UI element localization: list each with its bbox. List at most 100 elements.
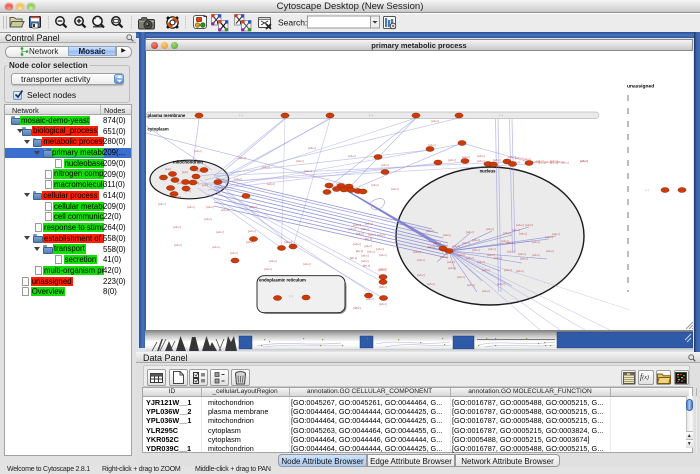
svg-text:[ab.c]: [ab.c] [532, 240, 540, 244]
svg-text:[ab.c]: [ab.c] [440, 255, 448, 259]
svg-text:[ab.c]: [ab.c] [304, 169, 312, 173]
svg-text:[ab.c]: [ab.c] [216, 230, 224, 234]
svg-text:[a.b]: [a.b] [182, 170, 188, 174]
svg-text:[ab.c]: [ab.c] [296, 159, 304, 163]
svg-text:[ab.c]: [ab.c] [194, 149, 202, 153]
svg-text:[ab.c]: [ab.c] [426, 229, 434, 233]
svg-text:[ab.c]: [ab.c] [427, 245, 435, 249]
svg-text:[ab.c]: [ab.c] [378, 268, 386, 272]
svg-text:[ab.c]: [ab.c] [493, 158, 501, 162]
svg-text:[ab.c]: [ab.c] [303, 262, 311, 266]
svg-text:[ab.c]: [ab.c] [516, 269, 524, 273]
svg-text:[ab.c]: [ab.c] [417, 273, 425, 277]
svg-text:[ab.c]: [ab.c] [417, 258, 425, 262]
svg-text:[ab.c]: [ab.c] [348, 227, 356, 231]
svg-text:[ab.c]: [ab.c] [267, 182, 275, 186]
svg-text:[ab.c]: [ab.c] [504, 268, 512, 272]
svg-text:[ab.c]: [ab.c] [379, 253, 387, 257]
svg-text:[ab.c]: [ab.c] [497, 282, 505, 286]
svg-text:[--]: [--] [239, 113, 243, 117]
svg-text:[ab.c]: [ab.c] [462, 241, 470, 245]
svg-text:[ab.c]: [ab.c] [381, 163, 389, 167]
svg-text:[ab.c]: [ab.c] [494, 256, 502, 260]
svg-text:[ab.c]: [ab.c] [447, 260, 455, 264]
svg-text:[ab.c]: [ab.c] [477, 260, 485, 264]
svg-text:[ab.c]: [ab.c] [457, 253, 465, 257]
svg-text:[ab.c]: [ab.c] [472, 248, 480, 252]
svg-text:[ab.c]: [ab.c] [363, 264, 371, 268]
svg-text:[ab.c]: [ab.c] [269, 259, 277, 263]
svg-text:[ab.c]: [ab.c] [457, 275, 465, 279]
svg-text:[ab.c]: [ab.c] [552, 232, 560, 236]
svg-text:[ab.c]: [ab.c] [365, 237, 373, 241]
svg-text:[ab.c]: [ab.c] [507, 250, 515, 254]
svg-text:[ab.c]: [ab.c] [212, 245, 220, 249]
svg-text:[ab.c]: [ab.c] [308, 146, 316, 150]
svg-text:[ab.c]: [ab.c] [174, 243, 182, 247]
svg-text:[ab.c]: [ab.c] [361, 254, 369, 258]
svg-text:[ab.c]: [ab.c] [477, 154, 485, 158]
svg-text:[ab.c]: [ab.c] [377, 233, 385, 237]
svg-text:[ab.c]: [ab.c] [158, 202, 166, 206]
svg-text:[ab.c]: [ab.c] [503, 231, 511, 235]
svg-text:[a.b]: [a.b] [165, 167, 171, 171]
svg-text:[ab.c]: [ab.c] [350, 256, 358, 260]
svg-text:[ab.c]: [ab.c] [221, 208, 229, 212]
svg-text:[ab.c]: [ab.c] [356, 249, 364, 253]
svg-text:[ab.c]: [ab.c] [238, 156, 246, 160]
svg-text:[ab.c]: [ab.c] [482, 268, 490, 272]
svg-text:[ab.c]: [ab.c] [376, 247, 384, 251]
svg-text:[ab.c]: [ab.c] [206, 205, 214, 209]
svg-text:[ab.c]: [ab.c] [356, 232, 364, 236]
svg-text:[ab.c]: [ab.c] [516, 223, 524, 227]
svg-text:[ab.c]: [ab.c] [427, 282, 435, 286]
svg-text:mitochondrion: mitochondrion [173, 160, 203, 165]
svg-text:[--]: [--] [499, 113, 503, 117]
svg-text:plasma membrane: plasma membrane [148, 113, 186, 118]
svg-text:[--]: [--] [289, 294, 293, 298]
svg-text:[ab.c]: [ab.c] [249, 205, 257, 209]
svg-text:[ab.c]: [ab.c] [488, 247, 496, 251]
svg-text:[ab.c]: [ab.c] [525, 223, 533, 227]
svg-text:[ab.c]: [ab.c] [379, 302, 387, 306]
svg-text:[ab.c]: [ab.c] [452, 244, 460, 248]
svg-text:[ab.c]: [ab.c] [520, 257, 528, 261]
svg-text:[ab.c]: [ab.c] [466, 230, 474, 234]
svg-text:[ab.c]: [ab.c] [353, 242, 361, 246]
svg-text:[--]: [--] [645, 188, 649, 192]
svg-text:[ab.c]: [ab.c] [365, 222, 373, 226]
svg-text:[ab.c]: [ab.c] [391, 187, 399, 191]
svg-text:[ab.c]: [ab.c] [448, 266, 456, 270]
svg-text:[ab.c]: [ab.c] [519, 232, 527, 236]
svg-text:[ab.c]: [ab.c] [546, 249, 554, 253]
svg-text:[ab.c]: [ab.c] [467, 283, 475, 287]
svg-text:[ab.c]: [ab.c] [248, 229, 256, 233]
svg-text:[ab.c]: [ab.c] [448, 158, 456, 162]
svg-text:[ab.c]: [ab.c] [234, 177, 242, 181]
svg-text:[ab.c]: [ab.c] [187, 205, 195, 209]
svg-text:[ab.c]: [ab.c] [361, 227, 369, 231]
svg-text:[ab.c]: [ab.c] [264, 267, 272, 271]
svg-text:[ab.c]: [ab.c] [431, 119, 439, 123]
svg-text:[ab.c]: [ab.c] [482, 289, 490, 293]
svg-text:[ab.c]: [ab.c] [361, 259, 369, 263]
svg-text:[ab.c]: [ab.c] [173, 225, 181, 229]
svg-text:[ab.c]: [ab.c] [364, 244, 372, 248]
svg-text:unassigned: unassigned [627, 84, 654, 90]
svg-text:cytoplasm: cytoplasm [148, 127, 169, 132]
svg-text:[a.b]: [a.b] [202, 183, 208, 187]
svg-text:[ab.c]: [ab.c] [466, 256, 474, 260]
svg-text:[ab.c]: [ab.c] [532, 253, 540, 257]
svg-text:[ab.c]: [ab.c] [472, 238, 480, 242]
svg-text:[ab.c]: [ab.c] [348, 154, 356, 158]
svg-text:[ab.c]: [ab.c] [284, 240, 292, 244]
svg-text:[ab.c]: [ab.c] [580, 159, 588, 163]
svg-text:[ab.c]: [ab.c] [477, 159, 485, 163]
svg-text:[ab.c]: [ab.c] [230, 251, 238, 255]
svg-text:endoplasmic reticulum: endoplasmic reticulum [259, 278, 306, 283]
svg-text:[ab.c]: [ab.c] [443, 233, 451, 237]
svg-text:[ab.c]: [ab.c] [204, 217, 212, 221]
svg-text:[ab.c]: [ab.c] [371, 183, 379, 187]
svg-text:[ab.c]: [ab.c] [506, 241, 514, 245]
svg-text:[ab.c]: [ab.c] [413, 250, 421, 254]
